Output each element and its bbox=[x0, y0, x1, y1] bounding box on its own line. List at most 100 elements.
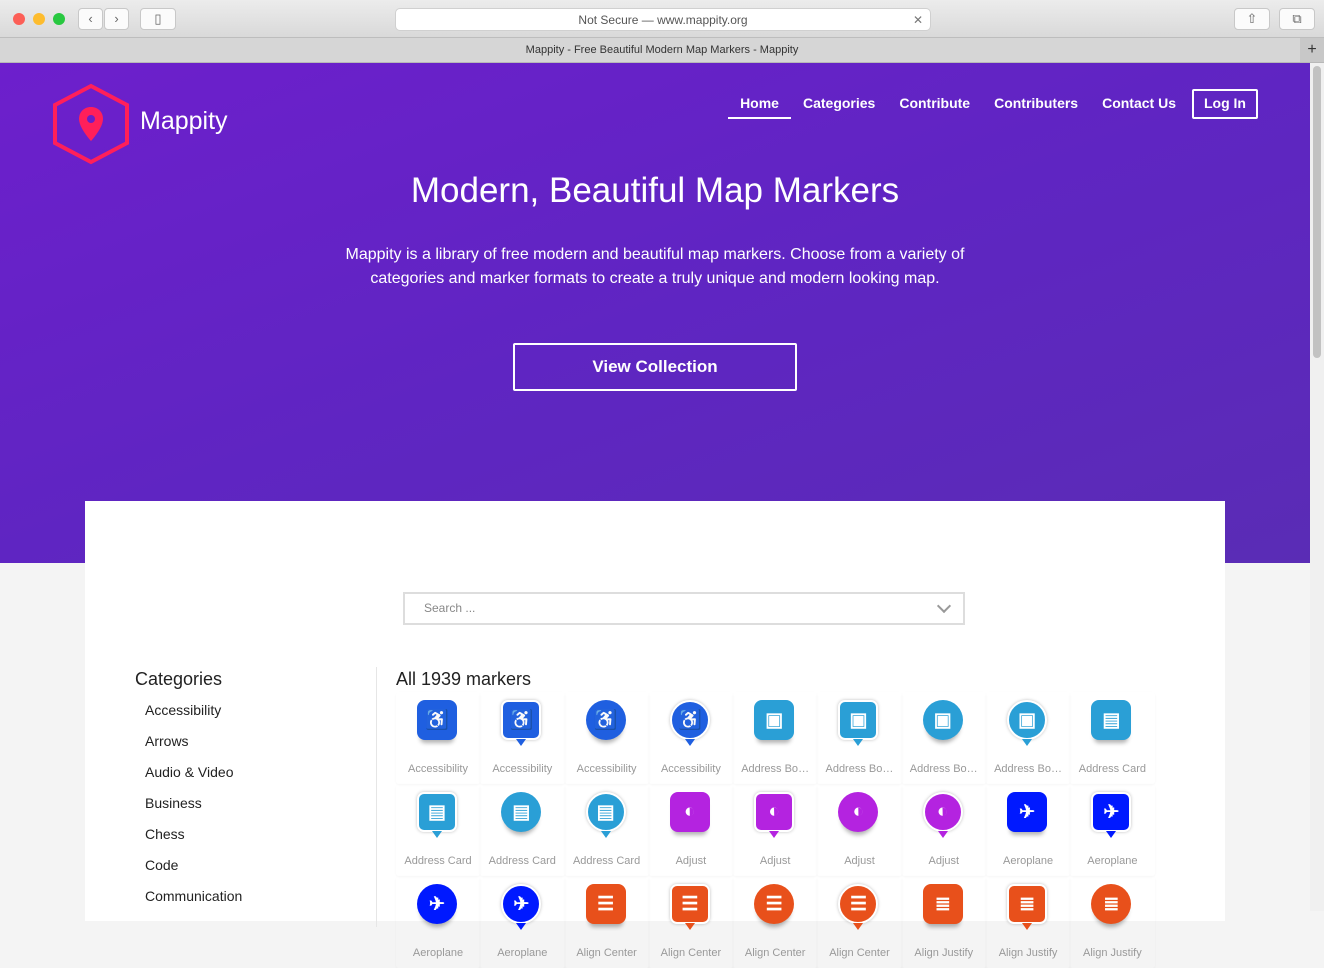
marker-address-book-icon: ▣ bbox=[754, 700, 795, 740]
category-item[interactable]: Code bbox=[145, 857, 242, 888]
marker-address-card-icon: ▤ bbox=[501, 792, 542, 832]
marker-adjust-icon: ◐ bbox=[922, 792, 963, 838]
mappity-logo-icon[interactable] bbox=[50, 83, 132, 165]
maximize-window-button[interactable] bbox=[53, 13, 65, 25]
marker-aeroplane-icon: ✈ bbox=[417, 884, 457, 924]
marker-tile[interactable]: ≣ Align Justify bbox=[902, 876, 986, 968]
category-item[interactable]: Accessibility bbox=[145, 702, 242, 733]
forward-button[interactable]: › bbox=[104, 8, 129, 30]
nav-contribute[interactable]: Contribute bbox=[887, 89, 982, 119]
marker-tile[interactable]: ▤ Address Card bbox=[480, 784, 564, 876]
marker-tile[interactable]: ☰ Align Center bbox=[817, 876, 901, 968]
back-button[interactable]: ‹ bbox=[78, 8, 103, 30]
content-card: Search ... Categories Accessibility Arro… bbox=[85, 501, 1225, 959]
marker-tile[interactable]: ▤ Address Card bbox=[565, 784, 649, 876]
marker-tile[interactable]: ▤ Address Card bbox=[1070, 692, 1154, 784]
nav-contact-us[interactable]: Contact Us bbox=[1090, 89, 1188, 119]
sidebar-toggle-button[interactable]: ▯ bbox=[140, 8, 176, 30]
marker-tile[interactable]: ✈ Aeroplane bbox=[396, 876, 480, 968]
chevron-down-icon[interactable] bbox=[936, 598, 952, 614]
marker-tile[interactable]: ▤ Address Card bbox=[396, 784, 480, 876]
marker-tile[interactable]: ♿ Accessibility bbox=[480, 692, 564, 784]
category-item[interactable]: Arrows bbox=[145, 733, 242, 764]
marker-address-card-icon: ▤ bbox=[1091, 700, 1132, 740]
marker-label: Align Center bbox=[744, 947, 806, 959]
marker-tile[interactable]: ☰ Align Center bbox=[565, 876, 649, 968]
marker-label: Adjust bbox=[759, 855, 791, 867]
marker-accessibility-icon: ♿ bbox=[585, 700, 626, 740]
main-nav: Home Categories Contribute Contributers … bbox=[728, 89, 1258, 119]
search-input[interactable]: Search ... bbox=[403, 592, 965, 625]
category-item[interactable]: Communication bbox=[145, 888, 242, 919]
share-button[interactable]: ⇧ bbox=[1234, 8, 1270, 30]
marker-label: Address Card bbox=[488, 855, 556, 867]
brand-name[interactable]: Mappity bbox=[140, 107, 228, 136]
marker-tile[interactable]: ◐ Adjust bbox=[817, 784, 901, 876]
marker-align-center-icon: ☰ bbox=[669, 884, 710, 930]
marker-align-center-icon: ☰ bbox=[754, 884, 795, 924]
hero-description: Mappity is a library of free modern and … bbox=[345, 246, 965, 287]
minimize-window-button[interactable] bbox=[33, 13, 45, 25]
marker-tile[interactable]: ✈ Aeroplane bbox=[986, 784, 1070, 876]
marker-label: Accessibility bbox=[660, 763, 721, 775]
category-item[interactable]: Business bbox=[145, 795, 242, 826]
marker-label: Aeroplane bbox=[412, 947, 464, 959]
marker-tile[interactable]: ♿ Accessibility bbox=[396, 692, 480, 784]
scrollbar-thumb[interactable] bbox=[1313, 66, 1321, 358]
marker-tile[interactable]: ▣ Address Book bbox=[817, 692, 901, 784]
marker-tile[interactable]: ≣ Align Justify bbox=[1070, 876, 1154, 968]
new-tab-button[interactable]: + bbox=[1300, 38, 1324, 62]
marker-label: Align Justify bbox=[914, 947, 974, 959]
marker-aeroplane-icon: ✈ bbox=[1091, 792, 1132, 838]
marker-label: Align Center bbox=[576, 947, 637, 959]
hero-section: Mappity Home Categories Contribute Contr… bbox=[0, 63, 1310, 563]
marker-adjust-icon: ◐ bbox=[754, 792, 795, 838]
marker-label: Align Center bbox=[660, 947, 722, 959]
marker-align-center-icon: ☰ bbox=[838, 884, 879, 930]
nav-home[interactable]: Home bbox=[728, 89, 791, 119]
view-collection-button[interactable]: View Collection bbox=[513, 343, 797, 391]
address-bar[interactable]: Not Secure — www.mappity.org ✕ bbox=[395, 8, 931, 31]
marker-label: Address Book bbox=[825, 763, 894, 775]
tabs-overview-button[interactable]: ⧉ bbox=[1279, 8, 1315, 30]
marker-tile[interactable]: ☰ Align Center bbox=[733, 876, 817, 968]
clear-url-icon[interactable]: ✕ bbox=[913, 9, 923, 31]
marker-label: Align Justify bbox=[998, 947, 1058, 959]
category-list: Accessibility Arrows Audio & Video Busin… bbox=[145, 702, 242, 919]
marker-label: Address Book bbox=[741, 763, 810, 775]
marker-tile[interactable]: ▣ Address Book bbox=[986, 692, 1070, 784]
marker-tile[interactable]: ▣ Address Book bbox=[733, 692, 817, 784]
marker-accessibility-icon: ♿ bbox=[417, 700, 457, 740]
marker-address-book-icon: ▣ bbox=[922, 700, 963, 740]
nav-contributers[interactable]: Contributers bbox=[982, 89, 1090, 119]
marker-tile[interactable]: ◐ Adjust bbox=[649, 784, 733, 876]
marker-tile[interactable]: ◐ Adjust bbox=[902, 784, 986, 876]
marker-label: Align Justify bbox=[1083, 947, 1142, 959]
marker-tile[interactable]: ✈ Aeroplane bbox=[480, 876, 564, 968]
login-button[interactable]: Log In bbox=[1192, 89, 1258, 119]
marker-align-justify-icon: ≣ bbox=[1091, 884, 1132, 924]
url-text: Not Secure — www.mappity.org bbox=[578, 13, 748, 27]
marker-tile[interactable]: ♿ Accessibility bbox=[649, 692, 733, 784]
marker-align-center-icon: ☰ bbox=[585, 884, 626, 924]
marker-grid: ♿ Accessibility ♿ Accessibility ♿ Accessibili… bbox=[396, 692, 1155, 968]
category-item[interactable]: Chess bbox=[145, 826, 242, 857]
marker-tile[interactable]: ☰ Align Center bbox=[649, 876, 733, 968]
marker-label: Adjust bbox=[675, 855, 707, 867]
marker-tile[interactable]: ♿ Accessibility bbox=[565, 692, 649, 784]
marker-tile[interactable]: ▣ Address Book bbox=[902, 692, 986, 784]
marker-label: Adjust bbox=[928, 855, 960, 867]
marker-tile[interactable]: ≣ Align Justify bbox=[986, 876, 1070, 968]
marker-tile[interactable]: ◐ Adjust bbox=[733, 784, 817, 876]
marker-label: Aeroplane bbox=[497, 947, 548, 959]
marker-address-card-icon: ▤ bbox=[585, 792, 626, 838]
tab-active[interactable]: Mappity - Free Beautiful Modern Map Mark… bbox=[526, 44, 799, 56]
marker-label: Accessibility bbox=[576, 763, 637, 775]
marker-adjust-icon: ◐ bbox=[669, 792, 710, 832]
close-window-button[interactable] bbox=[13, 13, 25, 25]
hero-title: Modern, Beautiful Map Markers bbox=[410, 171, 900, 210]
marker-tile[interactable]: ✈ Aeroplane bbox=[1070, 784, 1154, 876]
marker-label: Accessibility bbox=[492, 763, 553, 775]
nav-categories[interactable]: Categories bbox=[791, 89, 887, 119]
category-item[interactable]: Audio & Video bbox=[145, 764, 242, 795]
